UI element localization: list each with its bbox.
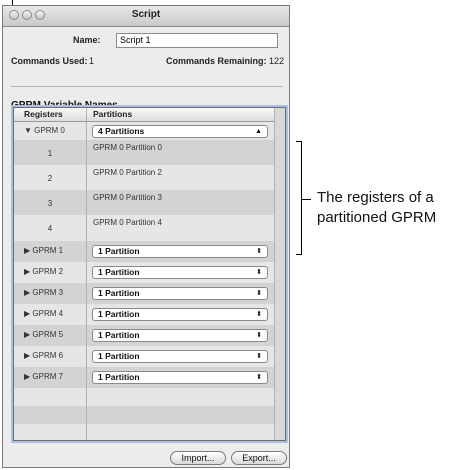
partition-name[interactable]: GPRM 0 Partition 0	[93, 143, 162, 152]
partitions-popup-value: 1 Partition	[98, 309, 140, 319]
empty-row	[14, 424, 274, 440]
register-name: GPRM 5	[32, 330, 64, 339]
partition-number: 4	[47, 224, 53, 233]
partitions-popup[interactable]: 4 Partitions ▲	[92, 125, 268, 138]
updown-arrows-icon: ⬍	[256, 269, 262, 276]
disclosure-triangle-right-icon[interactable]: ▶	[24, 309, 30, 318]
partition-name[interactable]: GPRM 0 Partition 3	[93, 193, 162, 202]
divider	[11, 86, 283, 87]
column-divider	[86, 108, 87, 440]
table-row[interactable]: 1 GPRM 0 Partition 0	[14, 140, 274, 165]
register-name: GPRM 0	[34, 126, 65, 135]
partition-name[interactable]: GPRM 0 Partition 4	[93, 218, 162, 227]
updown-arrows-icon: ▲	[255, 128, 262, 135]
disclosure-triangle-right-icon[interactable]: ▶	[24, 351, 30, 360]
partitions-popup[interactable]: 1 Partition ⬍	[92, 371, 268, 384]
partition-number: 1	[47, 149, 53, 158]
partition-name[interactable]: GPRM 0 Partition 2	[93, 168, 162, 177]
commands-remaining-value: 122	[269, 56, 285, 66]
import-button[interactable]: Import...	[170, 451, 226, 465]
partitions-popup[interactable]: 1 Partition ⬍	[92, 308, 268, 321]
partition-number: 2	[47, 174, 53, 183]
empty-row	[14, 406, 274, 424]
table-row[interactable]: ▶ GPRM 5 1 Partition ⬍	[14, 325, 274, 346]
updown-arrows-icon: ⬍	[256, 311, 262, 318]
table-row[interactable]: ▶ GPRM 7 1 Partition ⬍	[14, 367, 274, 388]
register-name: GPRM 1	[32, 246, 64, 255]
disclosure-triangle-right-icon[interactable]: ▶	[24, 267, 30, 276]
partitions-popup[interactable]: 1 Partition ⬍	[92, 245, 268, 258]
updown-arrows-icon: ⬍	[256, 374, 262, 381]
disclosure-triangle-right-icon[interactable]: ▶	[24, 288, 30, 297]
table-row[interactable]: ▶ GPRM 6 1 Partition ⬍	[14, 346, 274, 367]
partitions-popup[interactable]: 1 Partition ⬍	[92, 266, 268, 279]
table-row[interactable]: ▶ GPRM 3 1 Partition ⬍	[14, 283, 274, 304]
register-name: GPRM 7	[32, 372, 64, 381]
partitions-popup-value: 1 Partition	[98, 330, 140, 340]
partitions-popup-value: 1 Partition	[98, 372, 140, 382]
gprm-table[interactable]: Registers Partitions ▼ GPRM 0 4 Partitio…	[13, 107, 286, 441]
callout-bracket-vertical	[301, 141, 302, 255]
empty-row	[14, 388, 274, 406]
partition-number: 3	[47, 199, 53, 208]
callout-bracket-top	[296, 141, 302, 142]
table-row[interactable]: ▼ GPRM 0 4 Partitions ▲	[14, 122, 274, 140]
disclosure-triangle-right-icon[interactable]: ▶	[24, 372, 30, 381]
partitions-popup[interactable]: 1 Partition ⬍	[92, 350, 268, 363]
export-button[interactable]: Export...	[231, 451, 287, 465]
updown-arrows-icon: ⬍	[256, 332, 262, 339]
table-row[interactable]: 2 GPRM 0 Partition 2	[14, 165, 274, 190]
partitions-popup-value: 1 Partition	[98, 246, 140, 256]
window-title: Script	[131, 9, 161, 20]
disclosure-triangle-right-icon[interactable]: ▶	[24, 330, 30, 339]
script-name-field[interactable]: Script 1	[116, 33, 278, 48]
updown-arrows-icon: ⬍	[256, 353, 262, 360]
partitions-popup-value: 1 Partition	[98, 288, 140, 298]
table-row[interactable]: 4 GPRM 0 Partition 4	[14, 215, 274, 241]
partitions-popup[interactable]: 1 Partition ⬍	[92, 287, 268, 300]
register-name: GPRM 3	[32, 288, 64, 297]
partitions-popup[interactable]: 1 Partition ⬍	[92, 329, 268, 342]
callout-text-line2: partitioned GPRM	[317, 209, 437, 226]
table-row[interactable]: ▶ GPRM 4 1 Partition ⬍	[14, 304, 274, 325]
commands-remaining-label: Commands Remaining:	[166, 56, 267, 66]
name-label: Name:	[73, 35, 101, 45]
column-header-partitions[interactable]: Partitions	[93, 109, 132, 119]
script-window: Script Name: Script 1 Commands Used: 1 C…	[2, 5, 290, 468]
partitions-popup-value: 1 Partition	[98, 267, 140, 277]
column-header-registers[interactable]: Registers	[24, 109, 63, 119]
commands-used-label: Commands Used:	[11, 56, 88, 66]
title-bar[interactable]: Script	[3, 6, 289, 27]
commands-used-value: 1	[89, 56, 95, 66]
updown-arrows-icon: ⬍	[256, 248, 262, 255]
table-row[interactable]: 3 GPRM 0 Partition 3	[14, 190, 274, 215]
register-name: GPRM 2	[32, 267, 64, 276]
callout-text-line1: The registers of a	[317, 189, 434, 206]
table-row[interactable]: ▶ GPRM 2 1 Partition ⬍	[14, 262, 274, 283]
disclosure-triangle-right-icon[interactable]: ▶	[24, 246, 30, 255]
updown-arrows-icon: ⬍	[256, 290, 262, 297]
register-name: GPRM 6	[32, 351, 64, 360]
register-name: GPRM 4	[32, 309, 64, 318]
partitions-popup-value: 4 Partitions	[98, 126, 145, 136]
vertical-scrollbar[interactable]	[274, 108, 285, 440]
table-header: Registers Partitions	[14, 108, 285, 122]
disclosure-triangle-down-icon[interactable]: ▼	[24, 126, 32, 135]
partitions-popup-value: 1 Partition	[98, 351, 140, 361]
callout-bracket-tick	[301, 199, 311, 200]
table-row[interactable]: ▶ GPRM 1 1 Partition ⬍	[14, 241, 274, 262]
callout-bracket-bottom	[296, 254, 302, 255]
